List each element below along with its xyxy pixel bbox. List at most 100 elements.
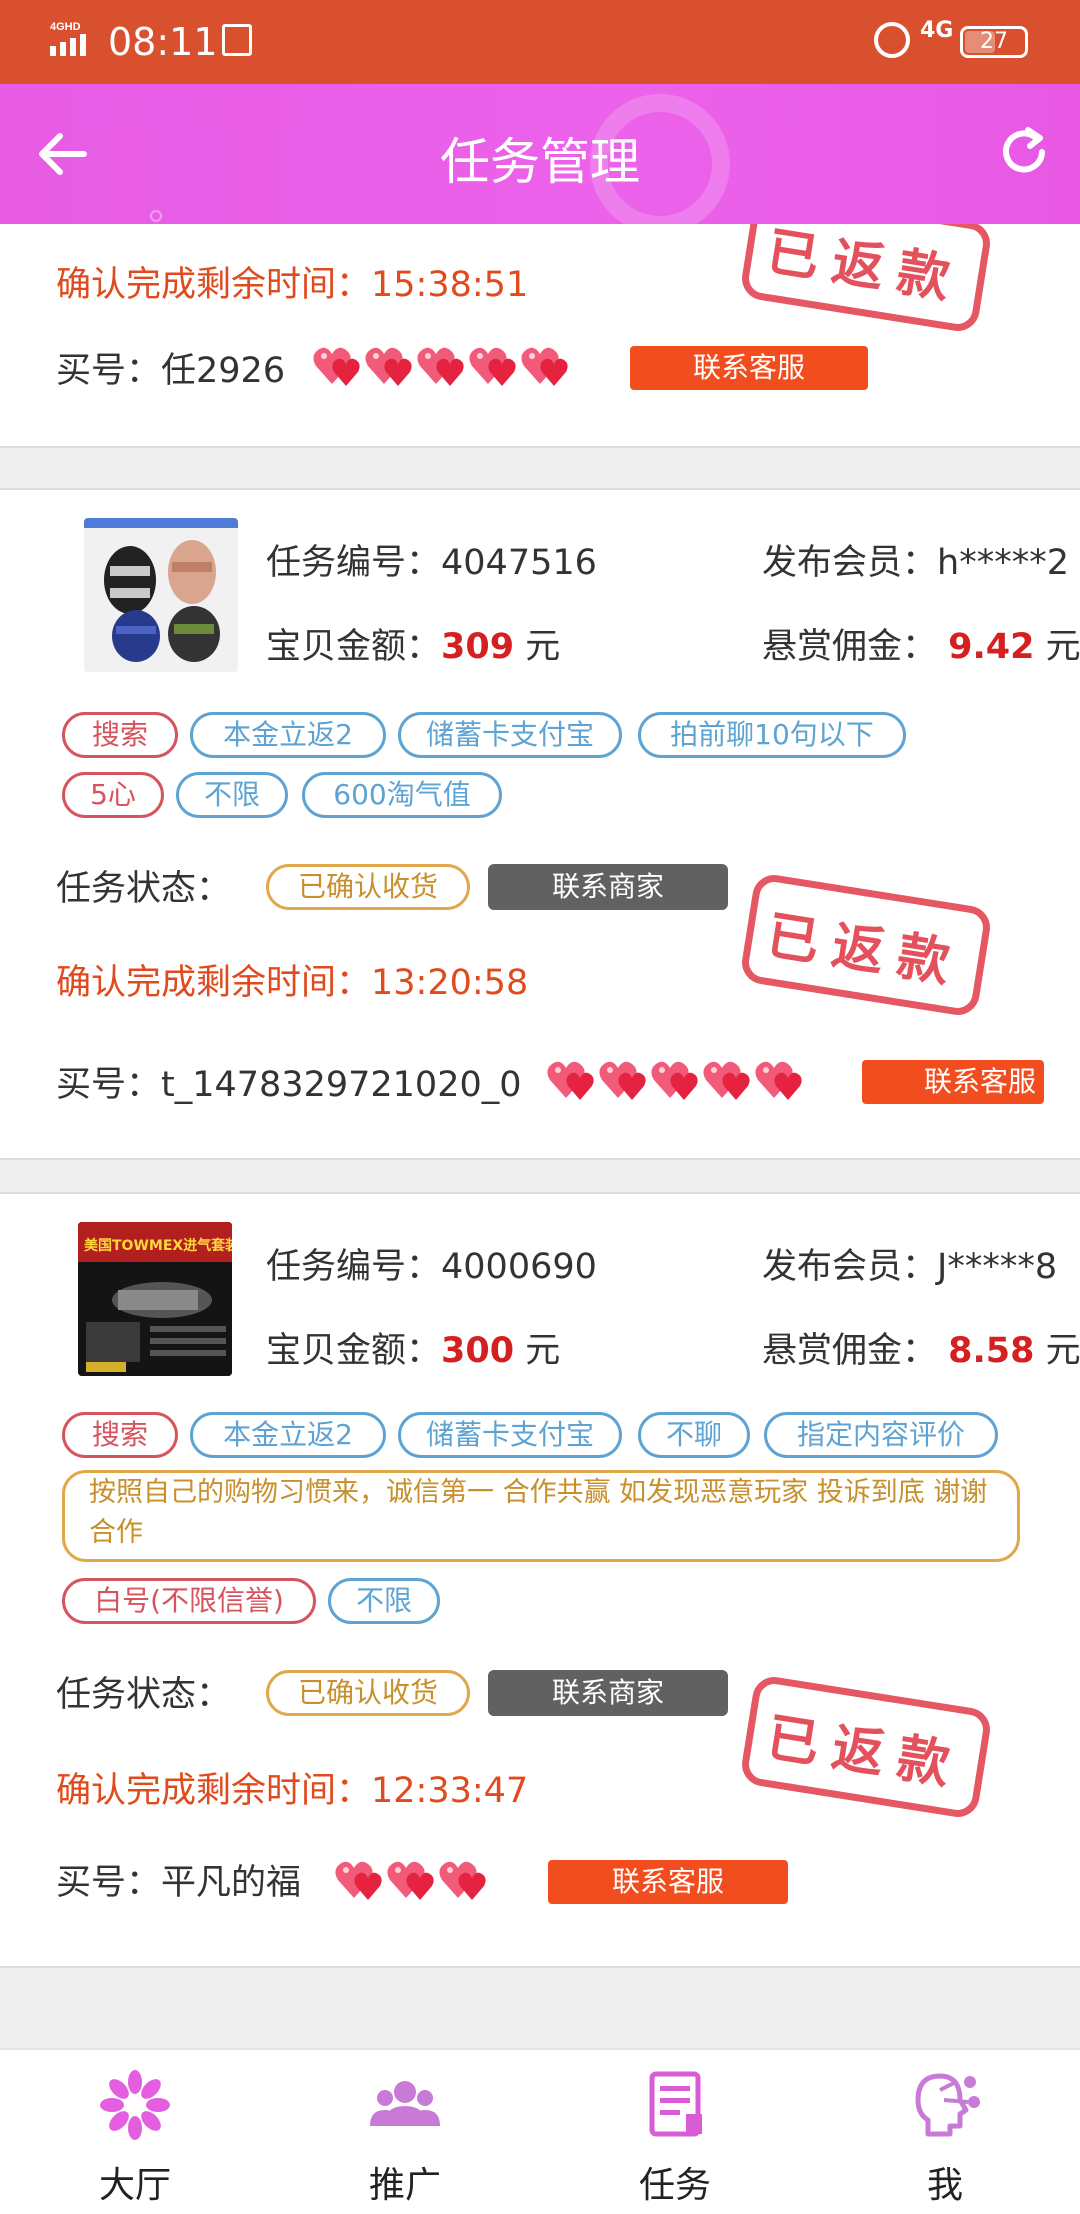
clock: 08:11: [108, 20, 218, 64]
tag-taoqi: 600淘气值: [302, 772, 502, 818]
task-number-row: 任务编号：4000690: [266, 1238, 597, 1289]
heart-icon: [387, 1861, 434, 1900]
heart-icon: [365, 347, 412, 386]
task-card: 任务编号：4047516 发布会员：h*****2 宝贝金额：309 元 悬赏佣…: [0, 488, 1080, 1160]
countdown-value: 12:33:47: [371, 1771, 529, 1811]
task-list[interactable]: 确认完成剩余时间：15:38:51 买号：任2926 联系客服 已返款 任务编号…: [0, 224, 1080, 2048]
heart-icon: [335, 1861, 382, 1900]
contact-service-button[interactable]: 联系客服: [630, 346, 868, 390]
contact-service-button[interactable]: 联系客服: [862, 1060, 1044, 1104]
refunded-stamp: 已返款: [738, 1673, 994, 1821]
heart-rating: [312, 344, 572, 386]
tab-hall[interactable]: 大厅: [0, 2050, 270, 2214]
tab-me[interactable]: 我: [810, 2050, 1080, 2214]
publisher-label: 发布会员：: [762, 543, 938, 583]
tag-search: 搜索: [62, 1412, 178, 1458]
tab-label: 大厅: [98, 2165, 171, 2206]
tag-payment: 储蓄卡支付宝: [398, 712, 622, 758]
countdown-value: 15:38:51: [371, 265, 529, 305]
buyer-row: 买号：平凡的福: [56, 1854, 301, 1905]
tag-search: 搜索: [62, 712, 178, 758]
tag-unlimited: 不限: [176, 772, 288, 818]
tab-promote[interactable]: 推广: [270, 2050, 540, 2214]
status-badge: 已确认收货: [266, 1670, 470, 1716]
tag-unlimited: 不限: [328, 1578, 440, 1624]
heart-icon: [755, 1061, 802, 1100]
tab-tasks[interactable]: 任务: [540, 2050, 810, 2214]
amount-label: 宝贝金额：: [266, 627, 442, 667]
tab-label: 我: [926, 2165, 963, 2206]
reward-label: 悬赏佣金：: [762, 1331, 938, 1371]
sim-icon: [222, 24, 252, 56]
flower-icon: [100, 2070, 170, 2140]
reward-unit: 元: [1045, 627, 1080, 667]
bottom-tab-bar: 大厅 推广 任务 我: [0, 2048, 1080, 2214]
heart-rating: [334, 1858, 490, 1900]
countdown-row: 确认完成剩余时间：13:20:58: [56, 954, 528, 1005]
buyer-label: 买号：: [56, 1065, 162, 1105]
task-number-label: 任务编号：: [266, 543, 442, 583]
reward-value: 9.42: [948, 627, 1035, 667]
car-parts-image: 美国TOWMEX进气套装件: [78, 1222, 232, 1376]
task-card: 美国TOWMEX进气套装件 任务编号：4000690 发布会员：J*****8 …: [0, 1192, 1080, 1968]
task-note: 按照自己的购物习惯来，诚信第一 合作共赢 如发现恶意玩家 投诉到底 谢谢合作: [62, 1470, 1020, 1562]
reward-unit: 元: [1045, 1331, 1080, 1371]
amount-label: 宝贝金额：: [266, 1331, 442, 1371]
publisher-row: 发布会员：J*****8: [762, 1238, 1057, 1289]
heart-rating: [546, 1058, 806, 1100]
buyer-account: 平凡的福: [161, 1863, 302, 1903]
battery-icon: 27: [960, 26, 1028, 58]
item-amount-row: 宝贝金额：309 元: [266, 618, 560, 669]
task-number: 4047516: [441, 543, 597, 583]
refresh-icon[interactable]: [996, 124, 1052, 180]
task-number: 4000690: [441, 1247, 597, 1287]
amount-value: 309: [441, 627, 515, 667]
alarm-icon: [874, 22, 910, 58]
tag-payment: 储蓄卡支付宝: [398, 1412, 622, 1458]
signal-icon: 4GHD: [50, 21, 86, 56]
contact-merchant-button[interactable]: 联系商家: [488, 1670, 728, 1716]
tag-chat: 拍前聊10句以下: [638, 712, 906, 758]
countdown-label: 确认完成剩余时间：: [56, 1771, 372, 1811]
tag-principal-return: 本金立返2: [190, 712, 386, 758]
profile-icon: [915, 2073, 980, 2137]
countdown-value: 13:20:58: [371, 963, 529, 1003]
buyer-account: t_1478329721020_0: [161, 1065, 522, 1105]
svg-text:4GHD: 4GHD: [50, 21, 81, 33]
reward-value: 8.58: [948, 1331, 1035, 1371]
buyer-row: 买号：t_1478329721020_0: [56, 1056, 522, 1107]
contact-service-button[interactable]: 联系客服: [548, 1860, 788, 1904]
heart-icon: [439, 1861, 486, 1900]
page-title: 任务管理: [440, 133, 640, 191]
countdown-label: 确认完成剩余时间：: [56, 265, 372, 305]
heart-icon: [651, 1061, 698, 1100]
refunded-stamp: 已返款: [738, 224, 994, 335]
tab-label: 推广: [368, 2165, 441, 2206]
product-image-text: 美国TOWMEX进气套装件: [84, 1237, 232, 1254]
publisher-name: J*****8: [937, 1247, 1058, 1287]
amount-unit: 元: [525, 1331, 561, 1371]
contact-merchant-button[interactable]: 联系商家: [488, 864, 728, 910]
tag-no-chat: 不聊: [638, 1412, 750, 1458]
product-image[interactable]: [84, 518, 238, 672]
heart-icon: [313, 347, 360, 386]
publisher-row: 发布会员：h*****2: [762, 534, 1069, 585]
product-image[interactable]: 美国TOWMEX进气套装件: [78, 1222, 232, 1376]
people-icon: [370, 2081, 440, 2126]
reward-label: 悬赏佣金：: [762, 627, 938, 667]
reward-row: 悬赏佣金： 9.42 元: [762, 618, 1080, 669]
app-header: 任务管理: [0, 84, 1080, 224]
tag-review: 指定内容评价: [764, 1412, 998, 1458]
task-number-row: 任务编号：4047516: [266, 534, 597, 585]
buyer-label: 买号：: [56, 351, 162, 391]
item-amount-row: 宝贝金额：300 元: [266, 1322, 560, 1373]
heart-icon: [521, 347, 568, 386]
tag-account-type: 白号(不限信誉): [62, 1578, 316, 1624]
countdown-label: 确认完成剩余时间：: [56, 963, 372, 1003]
countdown-row: 确认完成剩余时间：15:38:51: [56, 256, 528, 307]
heart-icon: [599, 1061, 646, 1100]
amount-unit: 元: [525, 627, 561, 667]
status-label: 任务状态：: [56, 1675, 232, 1715]
amount-value: 300: [441, 1331, 515, 1371]
tag-principal-return: 本金立返2: [190, 1412, 386, 1458]
